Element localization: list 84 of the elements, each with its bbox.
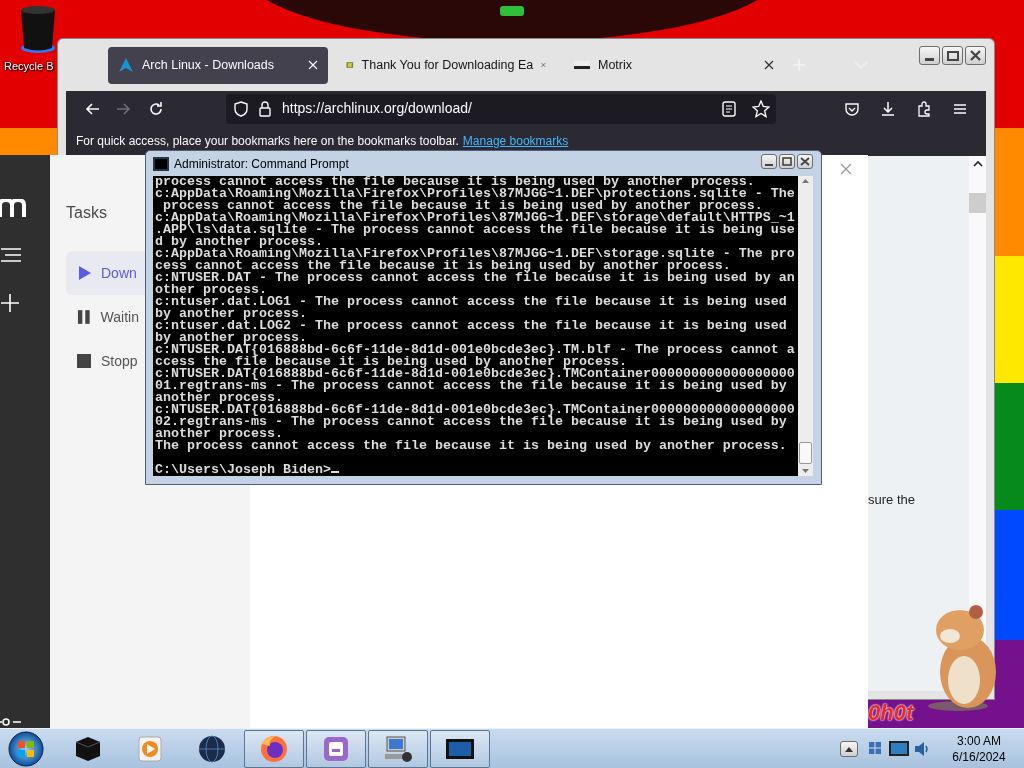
console-line: process cannot access the file because it is being used by another process. [163,200,763,212]
pocket-icon[interactable] [844,100,860,117]
lock-icon [258,100,272,117]
taskbar-button[interactable] [244,729,304,768]
scrollbar-thumb[interactable] [969,193,986,213]
maximize-icon [782,157,792,166]
console-line: c:NTUSER.DAT - The process cannot access the file because it is being used by an [155,272,796,284]
maximize-button[interactable] [779,154,795,169]
monitor-icon [153,156,169,171]
console-line: c:AppData\Roaming\Mozilla\Firefox\Profiles\87MJGG~1.DEF\storage\default\HTTPS_~1 [155,212,796,224]
console-line: c:ntuser.dat.LOG1 - The process cannot access the file because it is being used [155,296,788,308]
pause-icon [76,309,92,325]
download-icon[interactable] [880,100,896,117]
play-icon [76,265,92,281]
console-line: c:NTUSER.DAT{016888bd-6c6f-11de-8d1d-001e0bcde3ec}.TMContainer000000000000000000 [155,404,796,416]
globe-icon [196,733,228,764]
console-line: The process cannot access the file because it is being used by another process. [155,440,788,452]
close-icon [970,50,981,61]
minimize-button[interactable] [919,46,940,65]
console-line: another process. [155,428,283,440]
scrollbar-thumb[interactable] [799,442,812,464]
console-line: another process. [155,392,283,404]
console-line: .APP\ls\data.sqlite - The process cannot access the file because it is being use [155,224,796,236]
console-line: c:AppData\Roaming\Mozilla\Firefox\Profiles\87MJGG~1.DEF\protections.sqlite - The [155,188,796,200]
clock-time[interactable]: 3:00 AM [934,732,1024,749]
reload-icon[interactable] [148,100,164,117]
section-title: Tasks [66,203,107,223]
icon-label[interactable]: Recycle B [4,58,54,75]
browser-tab[interactable]: Motrix [564,46,784,84]
page-text: sure the [868,492,915,507]
stop-icon [76,353,92,369]
taskbar-button[interactable] [368,729,428,768]
console-line: other process. [155,284,267,296]
tray-toggle-button[interactable] [840,740,858,757]
bin-icon[interactable] [18,6,58,54]
console-line: by another process. [155,332,307,344]
logo-icon[interactable] [0,199,26,217]
bookmarks-hint: For quick access, place your bookmarks here on the bookmarks toolbar. [76,133,459,150]
minimize-icon [765,163,773,166]
minimize-button[interactable] [761,154,777,169]
maximize-button[interactable] [942,46,963,65]
console-line: c:NTUSER.DAT{016888bd-6c6f-11de-8d1d-001e0bcde3ec}.TM.blf - The process cannot a [155,344,796,356]
close-icon [800,157,810,166]
computer-icon [382,733,414,764]
back-icon[interactable] [84,100,100,117]
task-filter[interactable]: Down [66,251,145,295]
task-filter[interactable]: Stopp [66,339,145,383]
settings-icon[interactable] [0,718,22,726]
puzzle-icon[interactable] [916,100,932,117]
list-icon[interactable] [0,247,22,263]
console-line: d by another process. [155,236,323,248]
console-line: c:ntuser.dat.LOG2 - The process cannot access the file because it is being used [155,320,788,332]
shield-icon [234,100,248,117]
close-icon[interactable] [764,60,774,70]
star-icon[interactable] [752,99,770,118]
console-line: 02.regtrans-ms - The process cannot access the file because it is being used by [155,416,787,428]
window-title: Administrator: Command Prompt [174,155,349,173]
bookmarks-link[interactable]: Manage bookmarks [462,132,569,150]
console-prompt: C:\Users\Joseph Biden> [155,462,331,477]
start-button[interactable] [8,730,44,767]
console-line: cess cannot access the file because it is being used by another process. [155,260,731,272]
console-line: by another process. [155,308,308,320]
address-field[interactable]: https://archlinux.org/download/ [226,93,776,124]
taskbar-button[interactable] [430,729,490,768]
text-cursor [330,471,339,473]
task-filter[interactable]: Waitin [66,295,145,339]
close-button[interactable] [965,46,986,65]
browser-tab[interactable]: Arch Linux - Downloads [108,46,328,84]
caret-icon[interactable] [972,160,983,167]
console-line: 01.regtrans-ms - The process cannot access the file because it is being used by [155,380,787,392]
console-line: c:NTUSER.DAT{016888bd-6c6f-11de-8d1d-001e0bcde3ec}.TMContainer000000000000000000 [155,368,796,380]
close-button[interactable] [797,154,813,169]
console-line: ccess the file because it is being used by another process. [155,356,627,368]
browser-tab[interactable]: Thank You for Downloading Ea [336,46,556,84]
reader-icon[interactable] [722,100,736,117]
console-line: c:AppData\Roaming\Mozilla\Firefox\Profiles\87MJGG~1.DEF\storage.sqlite - The pro [155,248,796,260]
console-line: process cannot access the file because it is being used by another process. [155,176,756,188]
monitor-icon[interactable] [888,738,910,759]
minimize-icon [925,57,934,61]
triangle-icon [118,57,134,73]
browser-icon [258,733,290,764]
maximize-icon [946,50,959,61]
clock-date[interactable]: 6/16/2024 [934,748,1024,765]
banner-text: 0h0t [868,700,914,726]
